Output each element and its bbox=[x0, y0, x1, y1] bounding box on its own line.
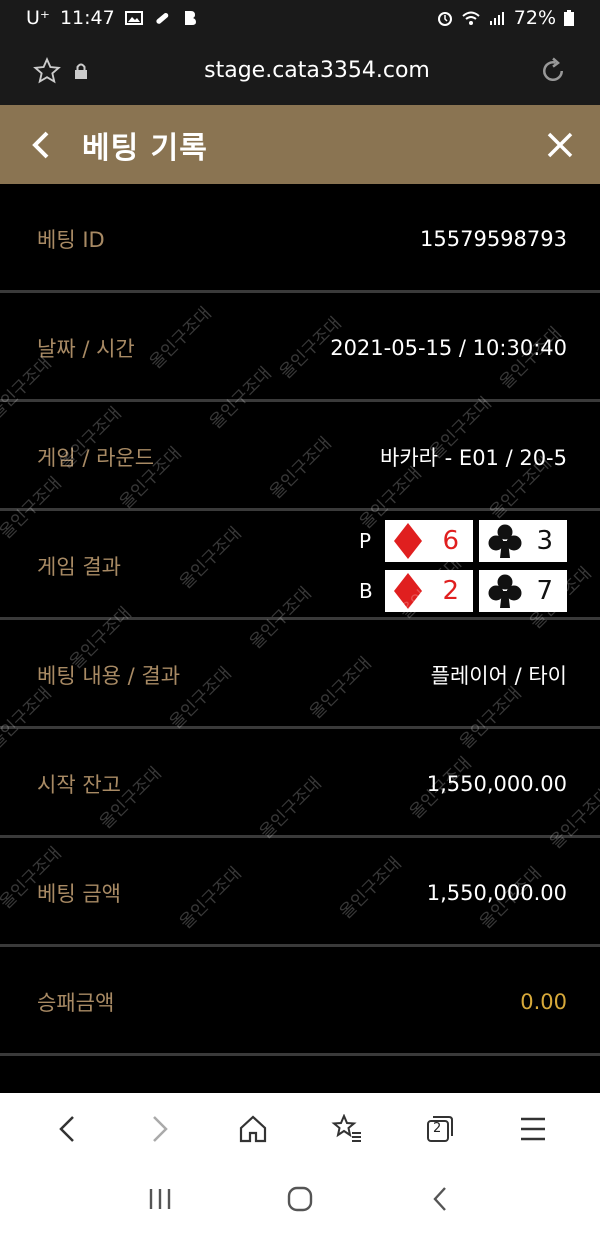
back-arrow-icon bbox=[32, 131, 49, 158]
tabs-button[interactable]: 2 bbox=[420, 1109, 460, 1149]
lock-icon bbox=[64, 54, 98, 88]
pill-icon bbox=[156, 12, 168, 24]
club-icon bbox=[488, 524, 522, 558]
row-bet-content: 베팅 내용 / 결과 플레이어 / 타이 bbox=[0, 620, 600, 729]
recent-apps-icon bbox=[149, 1189, 171, 1209]
bet-detail-list: 베팅 ID 15579598793 날짜 / 시간 2021-05-15 / 1… bbox=[0, 184, 600, 1093]
bet-amount-value: 1,550,000.00 bbox=[426, 880, 567, 905]
close-button[interactable] bbox=[542, 127, 578, 163]
menu-button[interactable] bbox=[513, 1109, 553, 1149]
url-text[interactable]: stage.cata3354.com bbox=[98, 58, 536, 83]
banker-label: B bbox=[359, 578, 373, 603]
row-start-balance: 시작 잔고 1,550,000.00 bbox=[0, 729, 600, 838]
bet-content-value: 플레이어 / 타이 bbox=[430, 663, 567, 688]
club-icon bbox=[488, 574, 522, 608]
diamond-icon bbox=[394, 572, 422, 609]
bet-id-label: 베팅 ID bbox=[37, 227, 105, 252]
bookmark-star-icon[interactable] bbox=[30, 54, 64, 88]
bet-amount-label: 베팅 금액 bbox=[37, 881, 121, 906]
browser-back-button[interactable] bbox=[47, 1109, 87, 1149]
player-cards: P 6 3 bbox=[359, 519, 567, 562]
win-loss-value: 0.00 bbox=[520, 989, 567, 1014]
row-bet-id: 베팅 ID 15579598793 bbox=[0, 184, 600, 293]
battery-icon bbox=[564, 10, 574, 26]
battery-percent: 72% bbox=[513, 7, 556, 29]
system-home-button[interactable] bbox=[280, 1179, 320, 1219]
start-balance-value: 1,550,000.00 bbox=[426, 771, 567, 796]
tab-count: 2 bbox=[432, 1121, 442, 1136]
gallery-icon bbox=[124, 11, 143, 25]
row-datetime: 날짜 / 시간 2021-05-15 / 10:30:40 bbox=[0, 293, 600, 402]
win-loss-label: 승패금액 bbox=[37, 990, 115, 1015]
datetime-value: 2021-05-15 / 10:30:40 bbox=[330, 335, 567, 360]
home-button[interactable] bbox=[233, 1109, 273, 1149]
back-chevron-icon bbox=[433, 1187, 446, 1211]
reload-icon[interactable] bbox=[536, 54, 570, 88]
diamond-icon bbox=[394, 522, 422, 559]
home-square-icon bbox=[287, 1186, 313, 1212]
row-game-round: 게임 / 라운드 바카라 - E01 / 20-5 bbox=[0, 402, 600, 511]
card: 2 bbox=[385, 569, 473, 612]
home-icon bbox=[240, 1115, 267, 1143]
system-back-button[interactable] bbox=[420, 1179, 460, 1219]
bookmarks-icon bbox=[331, 1114, 361, 1142]
card-rank: 3 bbox=[536, 525, 553, 556]
carrier: U⁺ bbox=[26, 7, 50, 29]
chevron-right-icon bbox=[153, 1116, 168, 1142]
signal-icon bbox=[489, 12, 504, 25]
card: 6 bbox=[385, 519, 473, 562]
player-label: P bbox=[359, 528, 372, 553]
status-bar: U⁺ 11:47 72% bbox=[0, 0, 600, 36]
datetime-label: 날짜 / 시간 bbox=[37, 336, 135, 361]
game-round-label: 게임 / 라운드 bbox=[37, 445, 155, 470]
card-rank: 2 bbox=[442, 575, 459, 606]
divider bbox=[0, 1053, 600, 1056]
game-round-value: 바카라 - E01 / 20-5 bbox=[380, 445, 567, 470]
close-icon bbox=[547, 132, 573, 157]
app-b-icon bbox=[184, 11, 196, 25]
row-game-result: 게임 결과 P 6 3 B 2 7 bbox=[0, 511, 600, 620]
system-nav-bar bbox=[0, 1165, 600, 1233]
bet-content-label: 베팅 내용 / 결과 bbox=[37, 663, 181, 688]
card-rank: 7 bbox=[536, 575, 553, 606]
alarm-icon bbox=[437, 12, 452, 26]
status-time: 11:47 bbox=[59, 7, 115, 29]
recent-apps-button[interactable] bbox=[140, 1179, 180, 1219]
browser-toolbar: 2 bbox=[0, 1093, 600, 1165]
back-button[interactable] bbox=[26, 125, 56, 165]
card-rank: 6 bbox=[442, 525, 459, 556]
card: 7 bbox=[479, 569, 567, 612]
banker-cards: B 2 7 bbox=[359, 569, 567, 612]
page-title: 베팅 기록 bbox=[82, 130, 208, 166]
bookmarks-button[interactable] bbox=[327, 1109, 367, 1149]
browser-bar: stage.cata3354.com bbox=[0, 36, 600, 105]
bet-id-value: 15579598793 bbox=[420, 226, 567, 251]
browser-forward-button[interactable] bbox=[140, 1109, 180, 1149]
start-balance-label: 시작 잔고 bbox=[37, 772, 121, 797]
app-header: 베팅 기록 bbox=[0, 105, 600, 184]
chevron-left-icon bbox=[58, 1116, 74, 1142]
game-result-cards: P 6 3 B 2 7 bbox=[359, 519, 567, 612]
hamburger-menu-icon bbox=[521, 1117, 546, 1141]
row-win-loss: 승패금액 0.00 bbox=[0, 947, 600, 1056]
card: 3 bbox=[479, 519, 567, 562]
row-bet-amount: 베팅 금액 1,550,000.00 bbox=[0, 838, 600, 947]
game-result-label: 게임 결과 bbox=[37, 554, 121, 579]
wifi-icon bbox=[462, 11, 480, 25]
